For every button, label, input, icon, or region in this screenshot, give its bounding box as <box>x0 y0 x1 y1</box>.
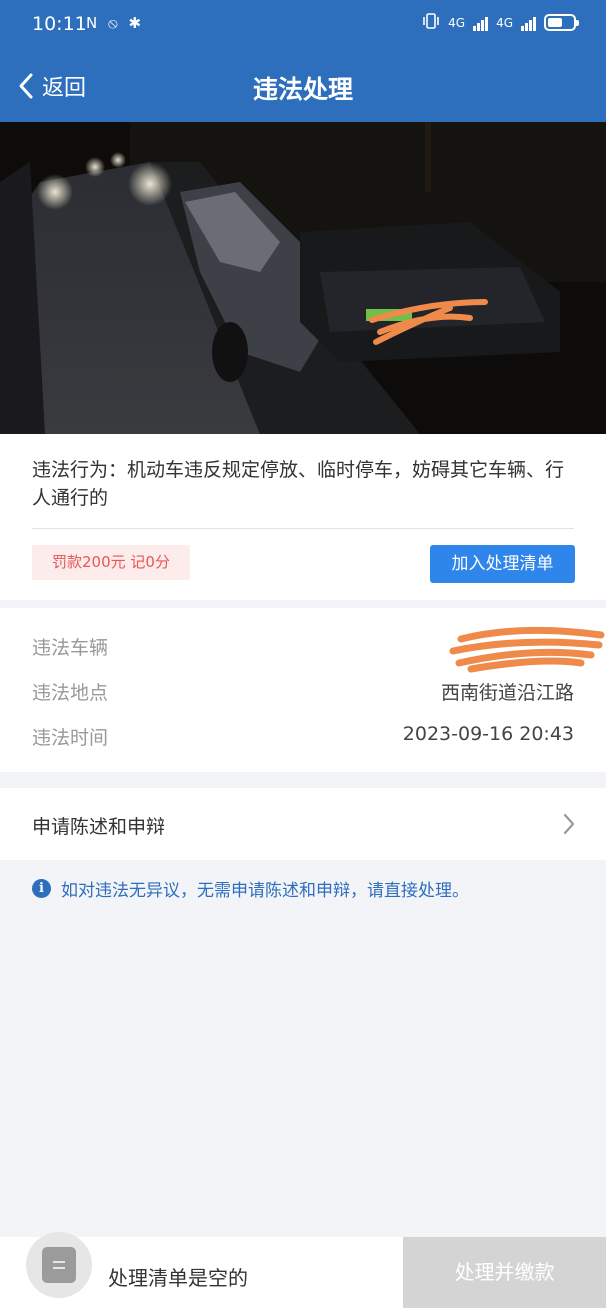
signal-icon <box>521 15 536 31</box>
chevron-right-icon <box>563 813 575 835</box>
vibrate-icon <box>422 13 440 32</box>
battery-icon <box>544 14 579 31</box>
notification-icons: N ⦸ ✱ <box>86 14 145 32</box>
network-4g-label-1: 4G <box>448 15 466 30</box>
violation-photo[interactable] <box>0 122 606 434</box>
process-and-pay-button[interactable]: 处理并缴款 <box>403 1237 606 1308</box>
time-label: 违法时间 <box>32 727 109 749</box>
penalty-badge: 罚款200元 记0分 <box>32 545 190 580</box>
notice-text: 如对违法无异议，无需申请陈述和申辩，请直接处理。 <box>61 881 469 901</box>
add-to-list-button[interactable]: 加入处理清单 <box>430 545 575 583</box>
list-empty-text: 处理清单是空的 <box>108 1266 248 1290</box>
time-value: 2023-09-16 20:43 <box>402 723 574 745</box>
nav-bar: 返回 违法处理 <box>0 50 606 122</box>
location-row: 违法地点 西南街道沿江路 <box>32 678 574 708</box>
status-right-icons: 4G 4G <box>422 13 579 32</box>
divider <box>32 528 574 529</box>
list-icon <box>42 1247 76 1283</box>
status-bar: 10:11 N ⦸ ✱ 4G 4G <box>0 0 606 50</box>
appeal-row[interactable]: 申请陈述和申辩 <box>0 788 606 860</box>
notice: i 如对违法无异议，无需申请陈述和申辩，请直接处理。 <box>32 876 469 901</box>
violation-description: 违法行为：机动车违反规定停放、临时停车，妨碍其它车辆、行人通行的 <box>32 459 565 509</box>
vehicle-label: 违法车辆 <box>32 637 109 659</box>
redaction-scribble <box>449 626 605 673</box>
location-value: 西南街道沿江路 <box>440 682 574 704</box>
page-title: 违法处理 <box>252 75 353 104</box>
signal-icon <box>473 15 489 31</box>
network-4g-label-2: 4G <box>496 15 513 30</box>
info-icon: i <box>32 879 51 898</box>
status-time: 10:11 <box>32 13 87 35</box>
time-row: 违法时间 2023-09-16 20:43 <box>32 723 574 753</box>
location-label: 违法地点 <box>32 682 109 704</box>
details-card: 违法车辆 违法地点 西南街道沿江路 违法时间 2023-09-16 20:43 <box>0 608 606 772</box>
vehicle-row: 违法车辆 <box>32 626 605 673</box>
processing-list-icon[interactable] <box>26 1232 92 1298</box>
appeal-label: 申请陈述和申辩 <box>32 816 166 838</box>
